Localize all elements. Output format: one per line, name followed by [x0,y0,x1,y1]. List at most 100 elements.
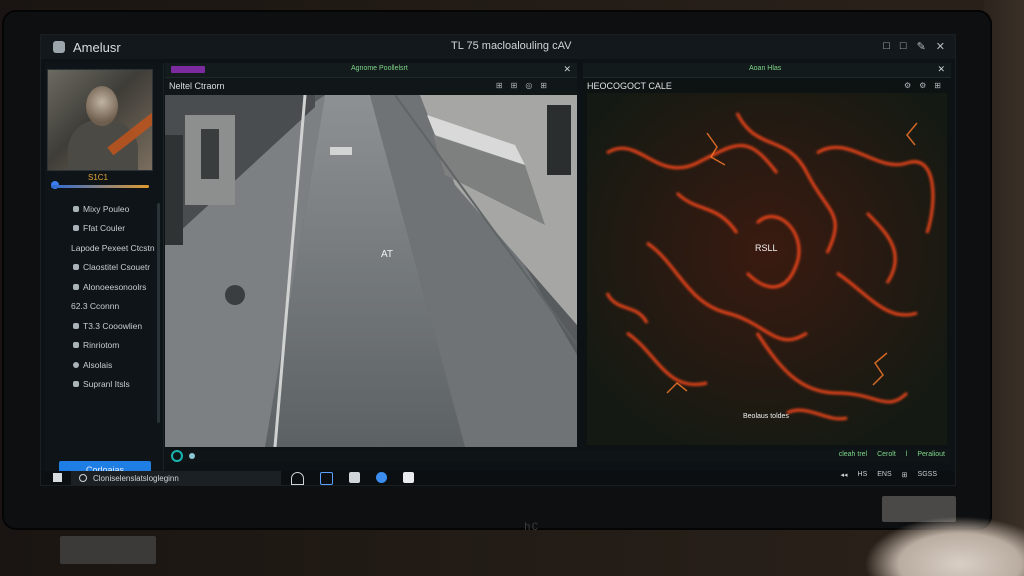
screen: Amelusr TL 75 macloalouling cAV □ □ ✎ ✕ … [40,34,956,486]
camera-tool-2[interactable]: ⊞ [511,81,518,90]
heatmap-title: HEOCOGOCT CALE [587,81,672,91]
status-labels: cleah trel Cerolt l Peraliout [839,451,945,458]
square-icon [73,342,79,349]
gear-icon [73,381,79,388]
record-icon[interactable] [171,450,183,462]
start-button[interactable] [53,473,62,482]
sidebar-item-2[interactable]: Ffat Couler [45,219,163,239]
user-icon [73,205,79,212]
taskbar: Cloniselenslatslogleginn ◂◂ HS ENS ⊞ SGS… [41,471,955,485]
taskbar-browser-icon[interactable] [376,472,387,483]
status-dot-icon [189,453,195,459]
taskbar-app-2-icon[interactable] [320,472,333,485]
sidebar-item-5[interactable]: Alonoeesonoolrs [45,277,163,297]
sidebar-nav: Mixy Pouleo Ffat Couler Lapode Pexeet Ct… [45,199,163,394]
heatmap-center-label: RSLL [755,243,778,253]
sidebar-item-label: Alonoeesonoolrs [83,281,147,292]
grid-icon [73,322,79,329]
sidebar-item-4[interactable]: Claostitel Csouetr [45,258,163,278]
list-icon [73,283,79,290]
sidebar-item-6[interactable]: 62.3 Cconnn [45,297,163,317]
tray-item-3[interactable]: ENS [877,471,891,479]
status-label-1: cleah trel [838,451,868,458]
status-label-2: Cerolt [877,451,896,458]
camera-subheader: Neltel Ctraorn ⊞ ⊞ ◎ ⊞ [165,77,577,95]
tray-item-5[interactable]: SGSS [918,471,937,479]
sidebar-item-label: Supranl Itsls [83,379,130,390]
sidebar-item-1[interactable]: Mixy Pouleo [45,199,163,219]
tray-item-2[interactable]: HS [858,471,868,479]
app-name: Amelusr [73,39,121,55]
heatmap-tool-3[interactable]: ⊞ [934,81,941,90]
sidebar-item-3[interactable]: Lapode Pexeet Ctcstn [45,238,163,258]
avatar-body [68,120,138,170]
taskbar-search[interactable]: Cloniselenslatslogleginn [71,471,281,485]
taskbar-app-3-icon[interactable] [349,472,360,483]
avatar-face [86,86,118,126]
heatmap-image [587,93,947,445]
profile-progress-bar [51,185,149,188]
heatmap-close-button[interactable]: ✕ [937,64,945,75]
taskbar-search-text: Cloniselenslatslogleginn [93,473,179,483]
system-tray: ◂◂ HS ENS ⊞ SGSS [841,471,938,479]
avatar-caption: S1C1 [87,173,108,182]
heatmap-caption: Beolaus toldes [743,413,789,420]
status-bar: cleah trel Cerolt l Peraliout [165,449,951,463]
circle-icon [73,361,79,368]
camera-tab[interactable] [171,66,205,73]
sidebar-item-label: Claostitel Csouetr [83,262,151,273]
sidebar-item-10[interactable]: Supranl Itsls [45,375,163,395]
camera-feed[interactable]: AT [165,95,577,447]
heatmap-tools: ⚙ ⚙ ⊞ [904,81,941,90]
title-bar: Amelusr TL 75 macloalouling cAV □ □ ✎ ✕ [41,35,955,59]
maximize-button[interactable]: □ [900,40,907,53]
sidebar-item-label: Alsolais [83,359,113,370]
detection-label: AT [381,249,394,260]
camera-tool-1[interactable]: ⊞ [496,81,503,90]
sidebar-item-label: Mixy Pouleo [83,203,130,214]
camera-panel-header: Agnome Poollelsrt ✕ [165,63,577,78]
sidebar-scrollbar[interactable] [157,203,160,423]
sidebar-item-9[interactable]: Alsolais [45,355,163,375]
heatmap-tool-1[interactable]: ⚙ [904,81,911,90]
taskbar-apps [291,472,414,485]
tray-item-1[interactable]: ◂◂ [841,471,848,479]
status-label-4: Peraliout [917,451,945,458]
taskbar-app-5-icon[interactable] [403,472,414,483]
camera-tool-4[interactable]: ⊞ [540,81,547,90]
user-hand [864,516,1024,576]
sidebar-item-8[interactable]: Rinriotom [45,336,163,356]
heatmap-tool-2[interactable]: ⚙ [919,81,926,90]
monitor-brand-logo: hC [524,522,540,534]
list-icon [73,264,79,271]
heatmap-panel: Aoan Hlas ✕ HEOCOGOCT CALE ⚙ ⚙ ⊞ RSLL Be… [583,63,951,447]
edit-button[interactable]: ✎ [917,40,926,53]
camera-tools: ⊞ ⊞ ◎ ⊞ [496,81,547,90]
heatmap-panel-header: Aoan Hlas ✕ [583,63,951,78]
sidebar-item-label: Ffat Couler [83,223,126,234]
sidebar-item-label: Lapode Pexeet Ctcstn [71,242,155,253]
sidebar: S1C1 Mixy Pouleo Ffat Couler Lapode Pexe… [45,63,164,481]
camera-panel-close-button[interactable]: ✕ [563,64,571,75]
tray-item-4[interactable]: ⊞ [902,471,908,479]
camera-tool-3[interactable]: ◎ [525,81,532,90]
sidebar-item-label: T3.3 Cooowlien [83,320,143,331]
minimize-button[interactable]: □ [883,40,890,53]
camera-panel-label: Agnome Poollelsrt [351,65,408,72]
status-label-3: l [905,451,908,458]
desk-object-left [60,536,156,564]
sidebar-item-label: 62.3 Cconnn [71,301,120,312]
avatar[interactable] [47,69,153,171]
heatmap-view[interactable]: RSLL Beolaus toldes [587,93,947,445]
search-icon [79,474,87,482]
sidebar-item-7[interactable]: T3.3 Cooowlien [45,316,163,336]
status-indicators [171,450,195,462]
close-button[interactable]: ✕ [936,40,945,53]
window-title: TL 75 macloalouling cAV [451,40,572,52]
flag-icon [73,225,79,232]
window-controls: □ □ ✎ ✕ [883,40,945,53]
taskbar-app-1-icon[interactable] [291,472,304,485]
sidebar-item-label: Rinriotom [83,340,120,351]
app-logo-icon [53,41,65,53]
street-scene [165,95,577,447]
